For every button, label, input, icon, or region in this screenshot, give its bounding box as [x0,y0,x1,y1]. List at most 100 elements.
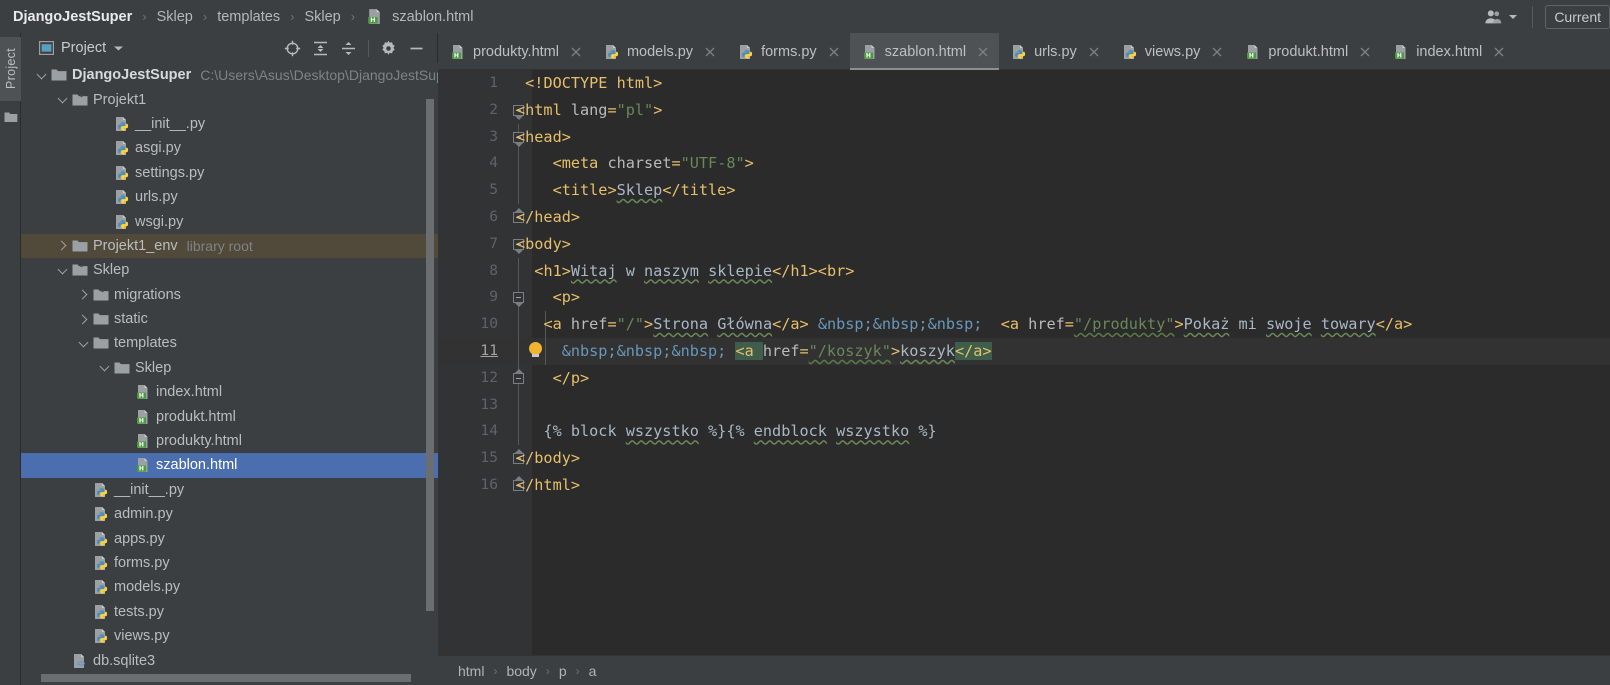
tree-item-templates[interactable]: templates [21,331,438,355]
close-icon[interactable] [1211,46,1223,58]
folder-icon[interactable] [4,111,18,123]
close-icon[interactable] [1088,46,1100,58]
tree-item-produkty-html[interactable]: Hprodukty.html [21,429,438,453]
tree-item-migrations[interactable]: migrations [21,283,438,307]
project-file-tree[interactable]: DjangoJestSuper C:\Users\Asus\Desktop\Dja… [21,63,438,685]
tree-item-label: db.sqlite3 [93,652,156,669]
tree-item--init-py[interactable]: __init__.py [21,112,438,136]
tree-item-label: static [114,311,148,328]
chevron-right-icon[interactable] [75,290,92,299]
chevron-down-icon[interactable] [33,71,50,80]
chevron-down-icon[interactable] [96,363,113,372]
tree-item-index-html[interactable]: Hindex.html [21,380,438,404]
code-line[interactable]: 4 <meta charset="UTF-8"> [438,150,1610,178]
hide-icon[interactable] [408,40,425,57]
editor-tab-forms-py[interactable]: forms.py [726,33,850,70]
close-icon[interactable] [977,46,989,58]
editor-tab-szablon-html[interactable]: Hszablon.html [849,33,1000,70]
user-account-button[interactable] [1474,8,1528,25]
tree-item-label: forms.py [114,555,170,571]
editor-breadcrumb-item-html[interactable]: html [454,663,488,679]
editor-tab-index-html[interactable]: Hindex.html [1381,33,1515,70]
code-line[interactable]: 3 <head> [438,123,1610,151]
code-line[interactable]: 7 <body> [438,231,1610,258]
tree-item-models-py[interactable]: models.py [21,575,438,599]
chevron-down-icon[interactable] [75,339,92,348]
editor-tab-models-py[interactable]: models.py [592,33,726,70]
editor-tab-urls-py[interactable]: urls.py [999,33,1110,70]
tree-item--init-py[interactable]: __init__.py [21,478,438,502]
breadcrumb-item-sklep[interactable]: Sklep [154,9,196,25]
tree-item-projekt1[interactable]: Projekt1 [21,87,438,111]
code-line[interactable]: 2 <html lang="pl"> [438,97,1610,124]
editor-tab-produkty-html[interactable]: Hprodukty.html [438,33,592,70]
code-line-current[interactable]: 11 &nbsp;&nbsp;&nbsp; <a href="/koszyk">… [438,337,1610,365]
code-line[interactable]: 14 {% block wszystko %}{% endblock wszys… [438,418,1610,446]
code-content[interactable]: 1 <!DOCTYPE html> 2 <html lang="pl"> 3 <… [438,70,1610,655]
breadcrumb-item-file[interactable]: szablon.html [389,9,476,25]
locate-icon[interactable] [284,40,301,57]
chevron-down-icon[interactable] [113,44,124,53]
tree-item-wsgi-py[interactable]: wsgi.py [21,209,438,233]
tree-item-forms-py[interactable]: forms.py [21,551,438,575]
tree-item-sklep[interactable]: Sklep [21,258,438,282]
code-line[interactable]: 13 [438,391,1610,419]
tree-item-tests-py[interactable]: tests.py [21,600,438,624]
tree-item-admin-py[interactable]: admin.py [21,502,438,526]
chevron-down-icon[interactable] [54,266,71,275]
close-icon[interactable] [1493,46,1505,58]
close-icon[interactable] [828,46,840,58]
code-editor[interactable]: 1 <!DOCTYPE html> 2 <html lang="pl"> 3 <… [438,70,1610,655]
tree-item-db-sqlite3[interactable]: db.sqlite3 [21,648,438,672]
editor-tab-produkt-html[interactable]: Hprodukt.html [1233,33,1381,70]
tree-item-projekt1-env[interactable]: Projekt1_env library root [21,233,438,259]
breadcrumb-item-project[interactable]: DjangoJestSuper [10,9,135,25]
code-line[interactable]: 16 </html> [438,472,1610,499]
tree-item-djangojestsuper[interactable]: DjangoJestSuper C:\Users\Asus\Desktop\Dja… [21,63,438,87]
tree-item-asgi-py[interactable]: asgi.py [21,136,438,160]
collapse-all-icon[interactable] [340,40,357,57]
breadcrumb-item-templates[interactable]: templates [214,9,283,25]
chevron-right-icon[interactable] [75,315,92,324]
tree-item-szablon-html[interactable]: Hszablon.html [21,453,438,478]
user-account-icon [1484,8,1504,25]
editor-tab-views-py[interactable]: views.py [1110,33,1234,70]
expand-all-icon[interactable] [312,40,329,57]
editor-breadcrumb-item-a[interactable]: a [585,663,601,679]
line-number: 1 [489,74,498,91]
tree-item-produkt-html[interactable]: Hprodukt.html [21,404,438,428]
close-icon[interactable] [1359,46,1371,58]
tree-item-sklep[interactable]: Sklep [21,356,438,380]
tree-item-static[interactable]: static [21,307,438,331]
code-line[interactable]: 12 </p> [438,364,1610,392]
tree-item-label: migrations [114,286,181,303]
code-line[interactable]: 5 <title>Sklep</title> [438,177,1610,204]
python-file-icon [113,140,131,156]
code-line[interactable]: 10 <a href="/">Strona Główna</a> &nbsp;&… [438,311,1610,338]
code-line[interactable]: 8 <h1>Witaj w naszym sklepie</h1><br> [438,257,1610,285]
tree-item-urls-py[interactable]: urls.py [21,185,438,209]
tree-item-apps-py[interactable]: apps.py [21,526,438,550]
close-icon[interactable] [570,46,582,58]
code-line[interactable]: 9 <p> [438,284,1610,312]
module-folder-icon [71,93,89,107]
tree-item-label: index.html [156,384,223,401]
gear-icon[interactable] [380,40,397,57]
breadcrumb-item-sklep-2[interactable]: Sklep [301,9,343,25]
tree-horizontal-scrollbar[interactable] [41,674,411,682]
chevron-right-icon[interactable] [54,241,71,250]
editor-breadcrumb-item-body[interactable]: body [502,663,540,679]
close-icon[interactable] [704,46,716,58]
code-line[interactable]: 15 </body> [438,445,1610,472]
code-line[interactable]: 1 <!DOCTYPE html> [438,70,1610,97]
chevron-down-icon[interactable] [54,95,71,104]
tree-item-views-py[interactable]: views.py [21,624,438,648]
tree-item-label: settings.py [135,164,205,181]
tree-item-settings-py[interactable]: settings.py [21,161,438,185]
editor-breadcrumb-item-p[interactable]: p [555,663,571,679]
code-line[interactable]: 6 </head> [438,204,1610,231]
tree-item-label: tests.py [114,603,164,620]
tool-window-button-project[interactable]: Project [0,37,21,101]
run-configuration-selector[interactable]: Current [1545,4,1610,29]
tree-vertical-scrollbar[interactable] [426,99,434,611]
